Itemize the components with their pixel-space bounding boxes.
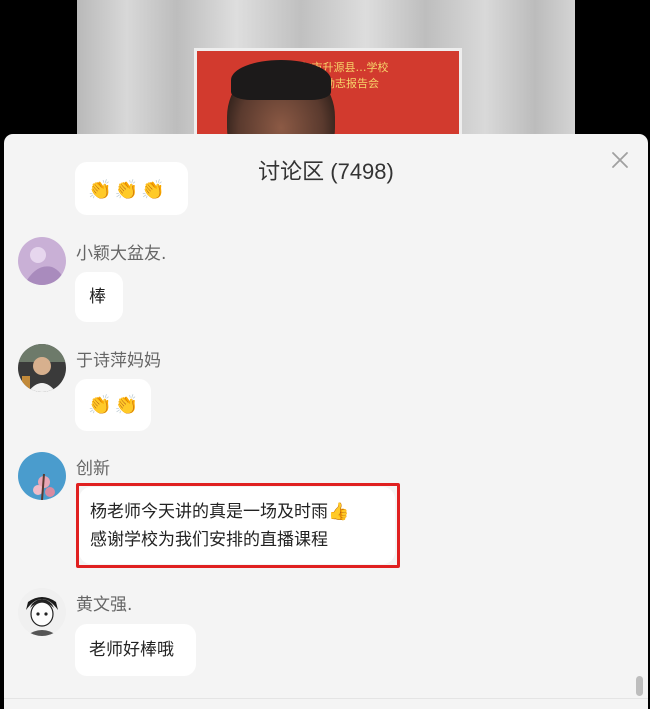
message-text: 杨老师今天讲的真是一场及时雨👍 xyxy=(90,502,350,522)
message-text: 感谢学校为我们安排的直播课程 xyxy=(90,530,328,550)
close-icon[interactable] xyxy=(608,148,632,172)
avatar[interactable] xyxy=(18,237,66,285)
live-video[interactable]: 齐齐哈尔市升源县…学校 20…线上励志报告会 xyxy=(77,0,575,150)
message-text: 棒 xyxy=(89,287,106,307)
speaker-hair xyxy=(231,60,331,100)
username: 创新 xyxy=(76,459,110,479)
panel-title: 讨论区 (7498) xyxy=(258,159,394,184)
username: 小颖大盆友. xyxy=(76,244,167,264)
avatar[interactable] xyxy=(18,344,66,392)
username: 黄文强. xyxy=(76,595,133,615)
message-bubble: 棒 xyxy=(75,272,123,322)
divider xyxy=(4,698,648,699)
discussion-panel: 👏👏👏 小颖大盆友. 棒 于诗萍妈妈 👏👏 创新 杨老师今天讲的真是一场及时雨👍… xyxy=(4,134,648,709)
message-text: 👏👏 xyxy=(88,394,142,416)
scrollbar-thumb[interactable] xyxy=(636,676,643,696)
message-bubble: 👏👏 xyxy=(75,379,151,431)
avatar[interactable] xyxy=(18,588,66,636)
message-bubble: 杨老师今天讲的真是一场及时雨👍 感谢学校为我们安排的直播课程 xyxy=(79,487,395,564)
avatar[interactable] xyxy=(18,452,66,500)
message-text: 老师好棒哦 xyxy=(89,640,174,660)
message-bubble: 老师好棒哦 xyxy=(75,624,196,676)
username: 于诗萍妈妈 xyxy=(76,351,161,371)
chat-list[interactable]: 👏👏👏 小颖大盆友. 棒 于诗萍妈妈 👏👏 创新 杨老师今天讲的真是一场及时雨👍… xyxy=(4,134,648,709)
